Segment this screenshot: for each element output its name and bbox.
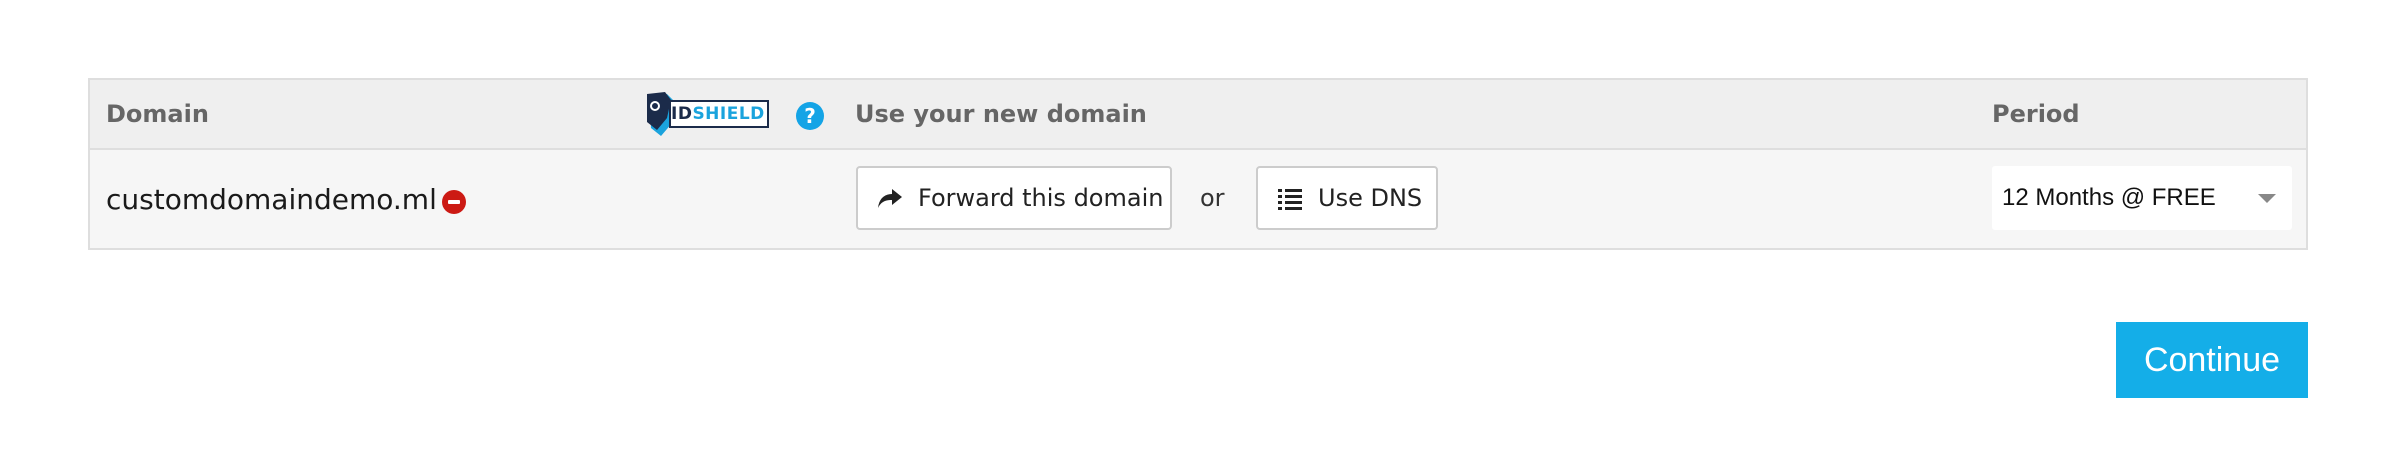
- domain-table: Domain IDSHIELD ? Use your new domain Pe…: [88, 78, 2308, 250]
- period-select[interactable]: 12 Months @ FREE: [1992, 166, 2292, 230]
- header-use-domain: Use your new domain: [855, 100, 1147, 128]
- list-icon: [1278, 189, 1302, 210]
- idshield-id-text: ID: [671, 104, 693, 124]
- forward-domain-label: Forward this domain: [918, 184, 1164, 212]
- chevron-down-icon: [2258, 194, 2276, 203]
- continue-button[interactable]: Continue: [2116, 322, 2308, 398]
- share-arrow-icon: [878, 189, 902, 208]
- header-domain: Domain: [106, 100, 209, 128]
- question-circle-icon[interactable]: ?: [796, 102, 824, 130]
- domain-name: customdomaindemo.ml: [106, 183, 437, 216]
- idshield-shield-text: SHIELD: [692, 104, 765, 124]
- or-separator: or: [1200, 184, 1225, 212]
- table-header: Domain IDSHIELD ? Use your new domain Pe…: [90, 80, 2306, 150]
- use-dns-button[interactable]: Use DNS: [1256, 166, 1438, 230]
- table-row: customdomaindemo.ml Forward this domain …: [90, 150, 2306, 250]
- use-dns-label: Use DNS: [1318, 184, 1423, 212]
- forward-domain-button[interactable]: Forward this domain: [856, 166, 1172, 230]
- minus-circle-icon[interactable]: [442, 190, 466, 214]
- period-selected-value: 12 Months @ FREE: [2002, 184, 2216, 211]
- header-period: Period: [1992, 100, 2080, 128]
- idshield-wordmark: IDSHIELD: [669, 100, 769, 128]
- idshield-logo: IDSHIELD: [645, 92, 785, 138]
